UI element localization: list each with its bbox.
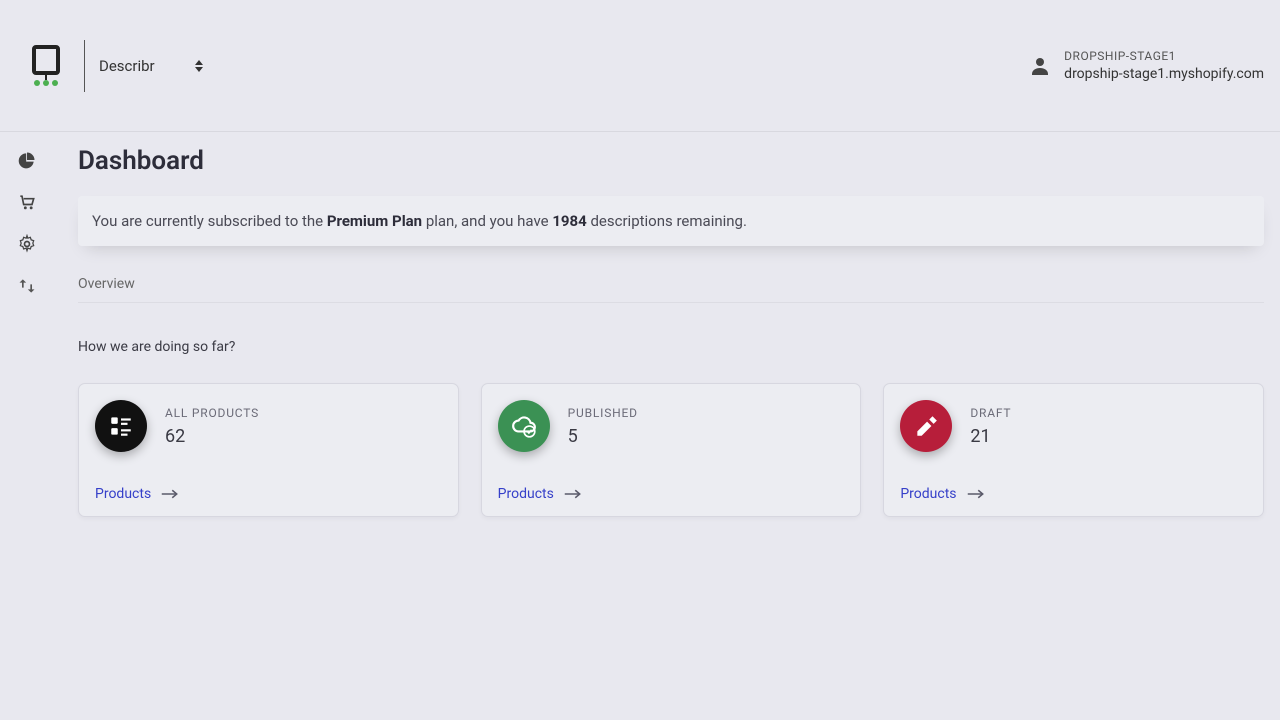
card-all-products: ALL PRODUCTS 62 Products — [78, 383, 459, 517]
card-link-products[interactable]: Products — [95, 486, 179, 502]
arrow-right-icon — [967, 487, 985, 501]
cart-icon — [17, 192, 37, 212]
subscription-banner: You are currently subscribed to the Prem… — [78, 196, 1264, 246]
card-title: DRAFT — [970, 406, 1011, 420]
card-link-products[interactable]: Products — [900, 486, 984, 502]
sidebar-item-sync[interactable] — [17, 276, 37, 296]
app-select[interactable]: Describr — [99, 57, 203, 75]
account-domain: dropship-stage1.myshopify.com — [1064, 66, 1264, 82]
card-icon-wrap — [900, 400, 952, 452]
banner-count: 1984 — [552, 212, 586, 230]
card-icon-wrap — [95, 400, 147, 452]
card-value: 5 — [568, 426, 638, 447]
arrow-right-icon — [161, 487, 179, 501]
person-icon — [1028, 54, 1052, 78]
list-icon — [108, 413, 134, 439]
section-label: Overview — [78, 276, 1264, 303]
card-link-label: Products — [900, 486, 956, 502]
banner-pre: You are currently subscribed to the — [92, 212, 327, 230]
banner-plan: Premium Plan — [327, 212, 422, 230]
sub-label: How we are doing so far? — [78, 339, 1264, 355]
gear-icon — [17, 234, 37, 254]
banner-post: descriptions remaining. — [587, 212, 747, 230]
card-value: 21 — [970, 426, 1011, 447]
account-text: DROPSHIP-STAGE1 dropship-stage1.myshopif… — [1064, 49, 1264, 82]
pie-chart-icon — [17, 150, 37, 170]
card-draft: DRAFT 21 Products — [883, 383, 1264, 517]
card-title: ALL PRODUCTS — [165, 406, 259, 420]
card-link-products[interactable]: Products — [498, 486, 582, 502]
main-content: Dashboard You are currently subscribed t… — [54, 132, 1280, 517]
sidebar-item-products[interactable] — [17, 192, 37, 212]
sidebar — [0, 132, 54, 517]
card-link-label: Products — [498, 486, 554, 502]
edit-icon — [913, 413, 939, 439]
banner-mid: plan, and you have — [422, 212, 552, 230]
header-divider — [84, 40, 85, 92]
swap-icon — [17, 276, 37, 296]
stats-cards: ALL PRODUCTS 62 Products — [78, 383, 1264, 517]
sidebar-item-settings[interactable] — [17, 234, 37, 254]
arrow-right-icon — [564, 487, 582, 501]
cloud-check-icon — [511, 413, 537, 439]
app-logo-icon — [29, 45, 63, 87]
sidebar-item-dashboard[interactable] — [17, 150, 37, 170]
header: Describr DROPSHIP-STAGE1 dropship-stage1… — [0, 0, 1280, 132]
app-select-label: Describr — [99, 57, 155, 75]
card-link-label: Products — [95, 486, 151, 502]
card-value: 62 — [165, 426, 259, 447]
card-title: PUBLISHED — [568, 406, 638, 420]
select-arrows-icon — [195, 60, 203, 72]
card-icon-wrap — [498, 400, 550, 452]
page-title: Dashboard — [78, 146, 1264, 176]
account-info[interactable]: DROPSHIP-STAGE1 dropship-stage1.myshopif… — [1028, 49, 1264, 82]
card-published: PUBLISHED 5 Products — [481, 383, 862, 517]
account-name: DROPSHIP-STAGE1 — [1064, 49, 1264, 63]
app-logo — [16, 45, 76, 87]
